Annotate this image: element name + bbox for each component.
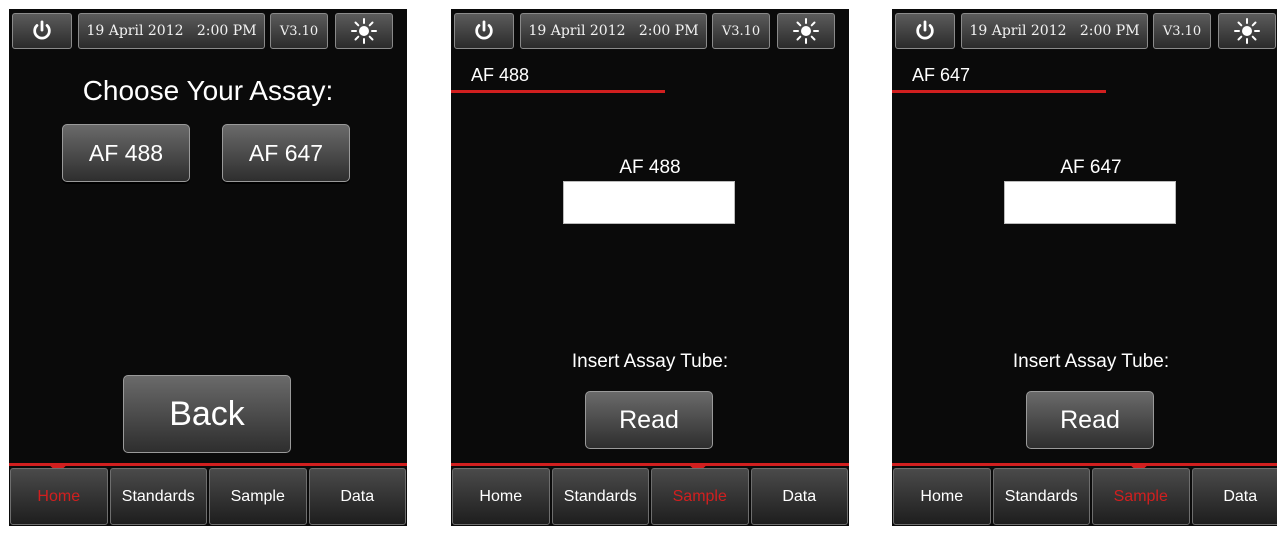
power-button[interactable] xyxy=(454,13,514,49)
date-time-display: 19 April 2012 2:00 PM xyxy=(78,13,265,49)
tab-home[interactable]: Home xyxy=(893,468,991,525)
result-label: AF 647 xyxy=(1060,157,1122,178)
tab-home[interactable]: Home xyxy=(452,468,550,525)
tab-data[interactable]: Data xyxy=(308,468,406,525)
result-field xyxy=(1004,181,1176,224)
assay-header-underline xyxy=(451,90,665,93)
result-label: AF 488 xyxy=(619,157,681,178)
brightness-button[interactable] xyxy=(777,13,835,49)
tab-standards[interactable]: Standards xyxy=(109,468,207,525)
tab-home[interactable]: Home xyxy=(10,468,108,525)
date-time-display: 19 April 2012 2:00 PM xyxy=(961,13,1148,49)
tab-standards[interactable]: Standards xyxy=(992,468,1090,525)
power-icon xyxy=(916,20,934,40)
home-screen: 19 April 2012 2:00 PM V3.10 Choose Your … xyxy=(9,9,407,526)
af647-button[interactable]: AF 647 xyxy=(222,124,350,182)
insert-tube-label: Insert Assay Tube: xyxy=(571,351,729,372)
tab-sample[interactable]: Sample xyxy=(651,468,749,525)
power-icon xyxy=(33,20,51,40)
insert-tube-label: Insert Assay Tube: xyxy=(1012,351,1170,372)
back-button[interactable]: Back xyxy=(123,375,291,453)
power-icon xyxy=(475,20,493,40)
sample-screen-af488: 19 April 2012 2:00 PM V3.10 AF 488 AF 48… xyxy=(451,9,849,526)
tab-sample[interactable]: Sample xyxy=(209,468,307,525)
assay-header: AF 647 xyxy=(912,65,971,85)
version-label: V3.10 xyxy=(712,13,770,49)
read-button[interactable]: Read xyxy=(1026,391,1154,449)
tab-sample[interactable]: Sample xyxy=(1092,468,1190,525)
power-button[interactable] xyxy=(12,13,72,49)
brightness-button[interactable] xyxy=(1218,13,1276,49)
af488-button[interactable]: AF 488 xyxy=(62,124,190,182)
tab-standards[interactable]: Standards xyxy=(551,468,649,525)
bottom-nav: Home Standards Sample Data xyxy=(892,467,1277,526)
sun-icon xyxy=(1234,18,1260,44)
power-button[interactable] xyxy=(895,13,955,49)
result-field xyxy=(563,181,735,224)
page-title: Choose Your Assay: xyxy=(82,75,334,106)
sun-icon xyxy=(351,18,377,44)
nav-divider xyxy=(451,463,849,466)
date-time-display: 19 April 2012 2:00 PM xyxy=(520,13,707,49)
version-label: V3.10 xyxy=(270,13,328,49)
bottom-nav: Home Standards Sample Data xyxy=(451,467,849,526)
sample-screen-af647: 19 April 2012 2:00 PM V3.10 AF 647 AF 64… xyxy=(892,9,1277,526)
tab-data[interactable]: Data xyxy=(750,468,848,525)
assay-header: AF 488 xyxy=(471,65,530,85)
read-button[interactable]: Read xyxy=(585,391,713,449)
sun-icon xyxy=(793,18,819,44)
brightness-button[interactable] xyxy=(335,13,393,49)
version-label: V3.10 xyxy=(1153,13,1211,49)
nav-divider xyxy=(892,463,1277,466)
tab-data[interactable]: Data xyxy=(1191,468,1277,525)
bottom-nav: Home Standards Sample Data xyxy=(9,467,407,526)
assay-header-underline xyxy=(892,90,1106,93)
